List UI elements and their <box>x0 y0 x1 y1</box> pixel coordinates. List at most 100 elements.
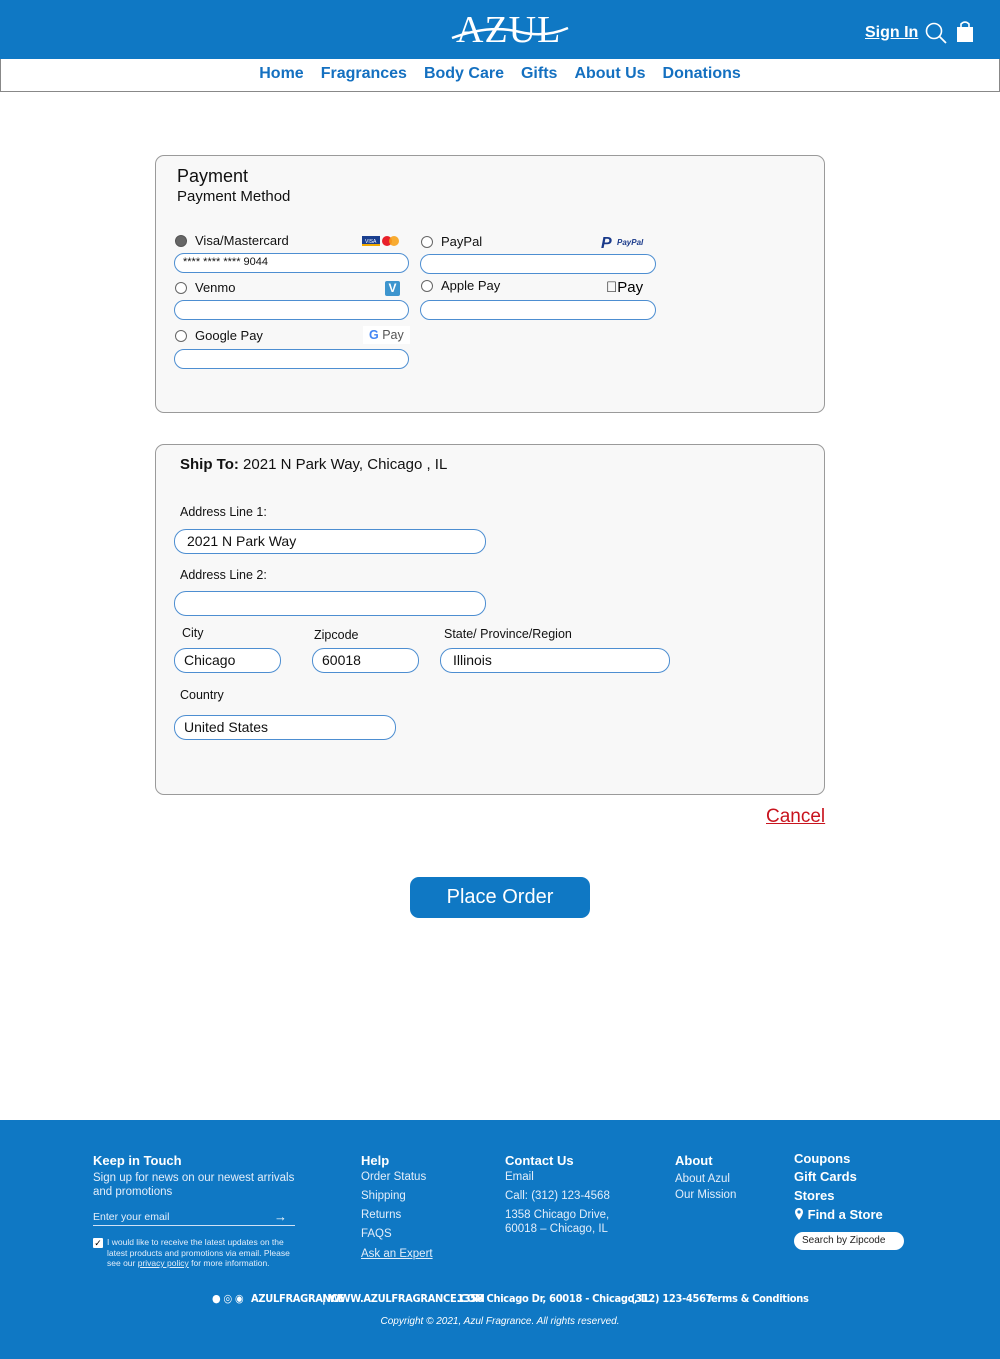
keep-in-touch-text: Sign up for news on our newest arrivals … <box>93 1172 295 1198</box>
contact-address-line1: 1358 Chicago Drive, <box>505 1209 610 1221</box>
consent-text: I would like to receive the latest updat… <box>107 1237 297 1269</box>
find-store-label: Find a Store <box>807 1207 883 1222</box>
contact-title: Contact Us <box>505 1153 574 1168</box>
footer-phone: (312) 123-4567 <box>631 1292 713 1305</box>
state-label: State/ Province/Region <box>444 627 572 641</box>
venmo-logo-icon: V <box>385 281 400 296</box>
instagram-icon[interactable]: ◎ <box>224 1292 233 1305</box>
radio-paypal[interactable] <box>421 235 433 248</box>
nav-donations[interactable]: Donations <box>663 65 741 91</box>
help-returns-link[interactable]: Returns <box>361 1209 401 1221</box>
search-by-zipcode-input[interactable]: Search by Zipcode <box>794 1232 904 1250</box>
country-label: Country <box>180 688 224 702</box>
azul-logo[interactable]: AZUL <box>450 6 570 51</box>
terms-link[interactable]: Terms & Conditions <box>706 1292 809 1305</box>
coupons-link[interactable]: Coupons <box>794 1151 850 1166</box>
paypal-field[interactable] <box>420 254 656 274</box>
city-label: City <box>182 626 204 640</box>
zipcode-label: Zipcode <box>314 628 359 642</box>
privacy-policy-link[interactable]: privacy policy <box>138 1258 189 1268</box>
zipcode-input[interactable]: 60018 <box>312 648 419 673</box>
shopping-bag-icon[interactable] <box>955 20 975 49</box>
option-apple-pay[interactable]: Apple Pay <box>421 278 500 293</box>
option-google-pay[interactable]: Google Pay <box>175 328 263 343</box>
our-mission-link[interactable]: Our Mission <box>675 1189 736 1201</box>
svg-text:P: P <box>601 235 612 251</box>
google-pay-field[interactable] <box>174 349 409 369</box>
google-pay-text: Pay <box>382 328 404 342</box>
option-label: Apple Pay <box>441 278 501 293</box>
twitter-icon[interactable]: ● <box>212 1292 221 1305</box>
consent-text-b: for more information. <box>188 1258 270 1268</box>
address2-input[interactable] <box>174 591 486 616</box>
contact-address-line2: 60018 – Chicago, IL <box>505 1223 608 1235</box>
gift-cards-link[interactable]: Gift Cards <box>794 1169 857 1184</box>
consent-checkbox[interactable]: ✓ <box>93 1238 103 1248</box>
nav-fragrances[interactable]: Fragrances <box>321 65 407 91</box>
address1-label: Address Line 1: <box>180 505 267 519</box>
map-pin-icon <box>794 1207 808 1222</box>
venmo-field[interactable] <box>174 300 409 320</box>
option-visa-mastercard[interactable]: Visa/Mastercard <box>175 233 289 248</box>
separator: | <box>322 1292 326 1305</box>
facebook-icon[interactable]: ◉ <box>235 1292 244 1305</box>
keep-in-touch-title: Keep in Touch <box>93 1153 182 1168</box>
email-input[interactable]: Enter your email <box>93 1211 169 1223</box>
radio-google-pay[interactable] <box>175 329 187 342</box>
payment-title: Payment <box>177 166 249 186</box>
find-store-link[interactable]: Find a Store <box>794 1207 883 1222</box>
help-order-status-link[interactable]: Order Status <box>361 1171 426 1183</box>
option-label: Venmo <box>195 280 236 295</box>
state-input[interactable]: Illinois <box>440 648 670 673</box>
country-input[interactable]: United States <box>174 715 396 740</box>
footer-address: 1358 Chicago Dr, 60018 - Chicago, IL <box>457 1292 651 1305</box>
option-venmo[interactable]: Venmo <box>175 280 235 295</box>
social-icons: ● ◎ ◉ <box>212 1292 244 1305</box>
nav-gifts[interactable]: Gifts <box>521 65 557 91</box>
place-order-button[interactable]: Place Order <box>410 877 590 918</box>
nav-body-care[interactable]: Body Care <box>424 65 504 91</box>
option-label: PayPal <box>441 234 483 249</box>
option-paypal[interactable]: PayPal <box>421 234 482 249</box>
contact-email-link[interactable]: Email <box>505 1171 534 1183</box>
apple-pay-field[interactable] <box>420 300 656 320</box>
ship-to-label: Ship To: <box>180 456 239 473</box>
city-input[interactable]: Chicago <box>174 648 281 673</box>
visa-mastercard-logo-icon: VISA <box>362 235 402 250</box>
arrow-right-icon[interactable]: → <box>274 1209 287 1224</box>
help-faqs-link[interactable]: FAQS <box>361 1228 392 1240</box>
svg-text:PayPal: PayPal <box>617 238 644 247</box>
option-label: Google Pay <box>195 328 263 343</box>
google-pay-logo-icon: G Pay <box>363 326 410 344</box>
logo-swoosh-icon <box>451 26 569 40</box>
cancel-link[interactable]: Cancel <box>766 806 825 828</box>
email-underline <box>93 1225 295 1226</box>
paypal-logo-icon: P PayPal <box>601 233 649 254</box>
apple-pay-text: Pay <box>606 279 643 296</box>
copyright: Copyright © 2021, Azul Fragrance. All ri… <box>380 1316 620 1327</box>
sign-in-link[interactable]: Sign In <box>865 24 918 42</box>
nav-home[interactable]: Home <box>259 65 303 91</box>
radio-visa-mastercard[interactable] <box>175 234 187 247</box>
address1-input[interactable]: 2021 N Park Way <box>174 529 486 554</box>
search-icon[interactable] <box>925 22 947 49</box>
apple-icon:  <box>606 279 617 296</box>
help-shipping-link[interactable]: Shipping <box>361 1190 406 1202</box>
svg-text:VISA: VISA <box>365 239 377 245</box>
help-ask-expert-link[interactable]: Ask an Expert <box>361 1248 433 1260</box>
radio-apple-pay[interactable] <box>421 279 433 292</box>
ship-to-heading: Ship To: 2021 N Park Way, Chicago , IL <box>180 456 447 473</box>
address2-label: Address Line 2: <box>180 568 267 582</box>
help-title: Help <box>361 1153 390 1168</box>
contact-phone: Call: (312) 123-4568 <box>505 1190 610 1202</box>
card-number-field[interactable]: **** **** **** 9044 <box>174 253 409 273</box>
apple-pay-logo-icon: Pay <box>606 279 643 296</box>
radio-venmo[interactable] <box>175 281 187 294</box>
stores-link[interactable]: Stores <box>794 1188 834 1203</box>
payment-method-subtitle: Payment Method <box>177 188 291 205</box>
about-azul-link[interactable]: About Azul <box>675 1173 730 1185</box>
google-g-icon: G <box>369 328 379 342</box>
main-nav: Home Fragrances Body Care Gifts About Us… <box>0 59 1000 92</box>
shipping-card: Ship To: 2021 N Park Way, Chicago , IL A… <box>155 444 825 795</box>
nav-about-us[interactable]: About Us <box>574 65 645 91</box>
